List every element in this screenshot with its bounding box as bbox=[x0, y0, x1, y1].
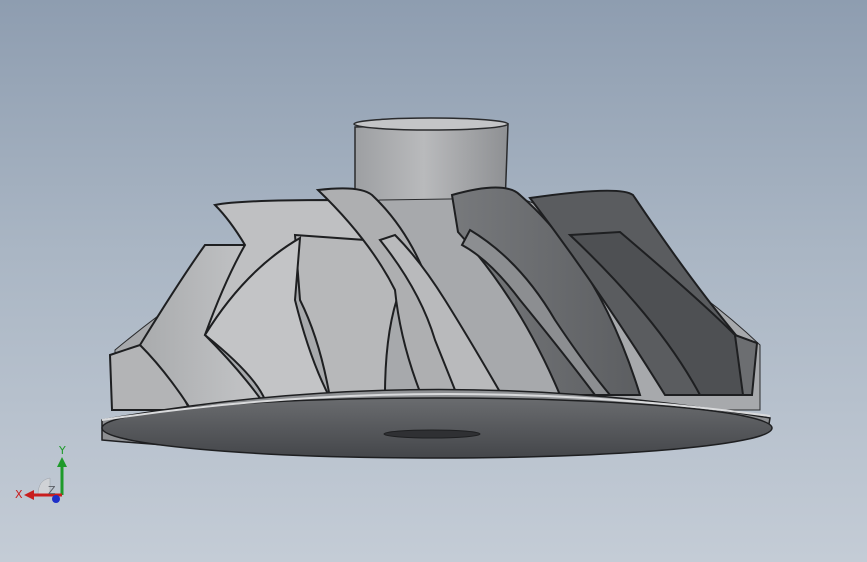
y-axis-arrowhead bbox=[57, 457, 67, 467]
x-axis-arrowhead bbox=[24, 490, 34, 500]
x-axis-label: X bbox=[15, 488, 23, 501]
z-axis-label: Z bbox=[48, 484, 56, 497]
graphics-viewport[interactable]: Y X Z bbox=[0, 0, 867, 562]
impeller-model[interactable] bbox=[0, 0, 867, 562]
orientation-triad[interactable]: Y X Z bbox=[10, 440, 80, 510]
y-axis-label: Y bbox=[58, 444, 66, 457]
